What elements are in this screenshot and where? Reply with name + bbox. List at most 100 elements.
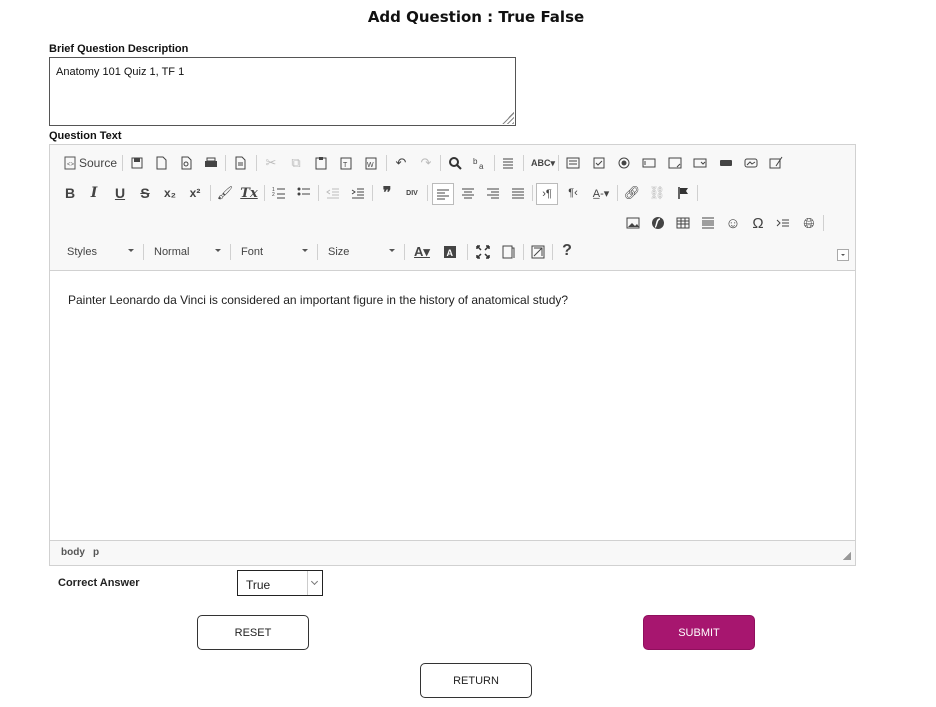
brief-description-label: Brief Question Description [49,43,189,55]
paste-icon[interactable] [312,154,330,172]
find-icon[interactable] [446,154,464,172]
new-page-icon[interactable] [152,154,170,172]
background-color-icon[interactable]: A [439,243,461,261]
indent-icon[interactable] [349,184,367,202]
source-icon[interactable]: <> [61,154,79,172]
numbered-list-icon[interactable]: 12 [270,184,288,202]
templates-icon[interactable] [231,154,249,172]
copy-format-icon[interactable]: 🖌 [216,184,234,202]
page-break-icon[interactable] [774,214,792,232]
svg-text:W: W [367,162,374,169]
bold-icon[interactable]: B [61,184,79,202]
question-text-label: Question Text [49,130,122,142]
underline-icon[interactable]: U [111,184,129,202]
iframe-globe-icon[interactable]: 🌐︎ [800,214,818,232]
undo-icon[interactable]: ↶ [392,154,410,172]
table-icon[interactable] [674,214,692,232]
brief-description-textarea[interactable]: Anatomy 101 Quiz 1, TF 1 [49,57,516,126]
styles-dropdown[interactable]: Styles [60,242,140,262]
form-icon[interactable] [564,154,582,172]
chevron-down-icon [307,571,322,595]
align-right-icon[interactable] [484,184,502,202]
preview-icon[interactable] [177,154,195,172]
editor-toolbar: <> Source ✂ ⧉ T W ↶ ↷ ba ABC▾ B I U S x₂… [50,145,855,271]
format-dropdown-label: Normal [154,246,190,258]
ltr-icon[interactable]: ›¶ [536,183,558,205]
editor-resize-icon[interactable] [843,552,851,560]
font-dropdown[interactable]: Font [234,242,314,262]
select-all-icon[interactable] [499,154,517,172]
language-icon[interactable]: A̲‑▾ [590,184,612,202]
text-color-icon[interactable]: A▾ [411,243,433,261]
image-button-icon[interactable] [742,154,760,172]
outdent-icon[interactable] [324,184,342,202]
brief-description-value: Anatomy 101 Quiz 1, TF 1 [56,66,185,78]
subscript-icon[interactable]: x₂ [161,184,179,202]
rich-text-editor: <> Source ✂ ⧉ T W ↶ ↷ ba ABC▾ B I U S x₂… [49,144,856,566]
resize-grip-icon[interactable] [502,112,514,124]
image-icon[interactable] [624,214,642,232]
special-char-icon[interactable]: Ω [749,214,767,232]
select-field-icon[interactable] [691,154,709,172]
collapse-toolbar-icon[interactable] [837,249,849,261]
justify-icon[interactable] [509,184,527,202]
checkbox-icon[interactable] [590,154,608,172]
radio-icon[interactable] [615,154,633,172]
italic-icon[interactable]: I [85,184,103,202]
svg-text:b: b [473,157,478,166]
correct-answer-label: Correct Answer [58,577,140,589]
align-left-icon[interactable] [432,183,454,205]
maximize-icon[interactable] [474,243,492,261]
font-dropdown-label: Font [241,246,264,258]
redo-icon[interactable]: ↷ [417,154,435,172]
help-button[interactable]: ? [558,242,576,260]
replace-icon[interactable]: ba [471,154,489,172]
element-path-body[interactable]: body [61,547,85,558]
submit-button[interactable]: SUBMIT [643,615,755,650]
cut-icon[interactable]: ✂ [262,154,280,172]
format-dropdown[interactable]: Normal [147,242,227,262]
link-icon[interactable]: 🔗︎ [623,184,641,202]
element-path-p[interactable]: p [93,547,99,558]
strikethrough-icon[interactable]: S [136,184,154,202]
hidden-field-icon[interactable] [767,154,785,172]
spellcheck-icon[interactable]: ABC▾ [531,154,555,172]
editor-content-area[interactable]: Painter Leonardo da Vinci is considered … [50,271,855,541]
textarea-icon[interactable] [666,154,684,172]
about-icon[interactable] [529,243,547,261]
copy-icon[interactable]: ⧉ [287,154,305,172]
flash-icon[interactable] [649,214,667,232]
bulleted-list-icon[interactable] [295,184,313,202]
show-blocks-icon[interactable] [499,243,517,261]
anchor-flag-icon[interactable] [674,184,692,202]
print-icon[interactable] [202,154,220,172]
reset-button[interactable]: RESET [197,615,309,650]
remove-format-icon[interactable]: Tx [240,184,258,202]
rtl-icon[interactable]: ¶‹ [564,184,582,202]
svg-text:2: 2 [272,192,275,198]
page-title: Add Question : True False [367,8,585,26]
unlink-icon[interactable]: ⛓︎ [648,184,666,202]
blockquote-icon[interactable]: ❞ [378,184,396,202]
paste-text-icon[interactable]: T [337,154,355,172]
question-text-content: Painter Leonardo da Vinci is considered … [68,293,569,307]
save-icon[interactable] [128,154,146,172]
correct-answer-value: True [246,578,271,592]
align-center-icon[interactable] [459,184,477,202]
svg-text:<>: <> [67,162,75,168]
superscript-icon[interactable]: x² [186,184,204,202]
horizontal-rule-icon[interactable] [699,214,717,232]
text-field-icon[interactable] [640,154,658,172]
return-button[interactable]: RETURN [420,663,532,698]
editor-status-bar: body p [50,540,855,565]
size-dropdown[interactable]: Size [321,242,401,262]
size-dropdown-label: Size [328,246,350,258]
smiley-icon[interactable]: ☺ [724,214,742,232]
source-button[interactable]: Source [79,156,117,170]
button-field-icon[interactable] [717,154,735,172]
correct-answer-select[interactable]: True [237,570,323,596]
paste-word-icon[interactable]: W [362,154,380,172]
svg-text:A: A [447,248,454,258]
create-div-icon[interactable]: DIV [403,184,421,202]
svg-text:T: T [343,162,348,169]
